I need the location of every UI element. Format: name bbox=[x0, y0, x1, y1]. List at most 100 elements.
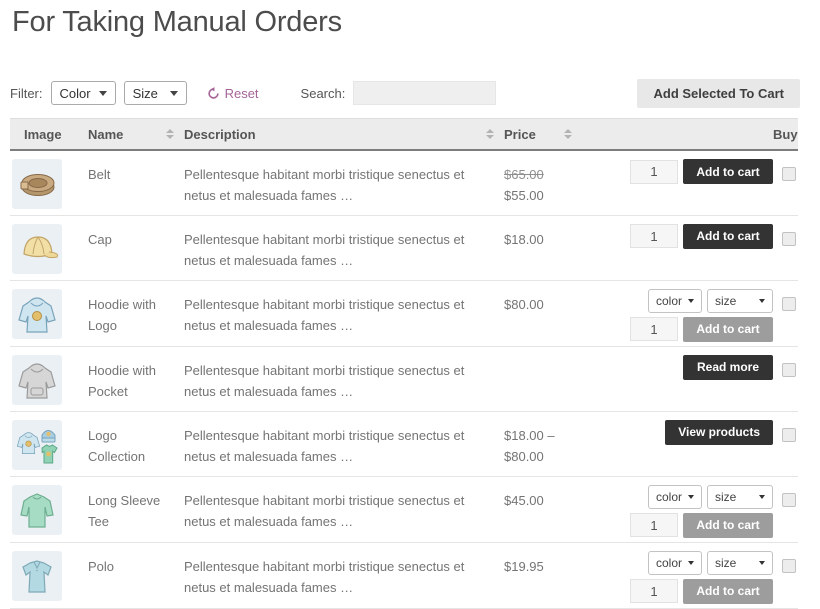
product-image[interactable] bbox=[12, 159, 62, 209]
buy-checkbox[interactable] bbox=[782, 167, 796, 181]
belt-thumbnail bbox=[20, 174, 55, 196]
polo-thumbnail bbox=[22, 559, 52, 593]
buy-checkbox[interactable] bbox=[782, 231, 796, 246]
add-to-cart-button[interactable]: Add to cart bbox=[683, 578, 773, 604]
cap-thumbnail bbox=[23, 235, 59, 258]
sale-old-price: $65.00 bbox=[504, 167, 544, 182]
size-option-select[interactable]: size bbox=[707, 550, 773, 575]
hoodie-pocket-thumbnail bbox=[18, 362, 56, 399]
table-header-row: Image Name Description Price Buy bbox=[10, 118, 798, 151]
table-row: Belt Pellentesque habitant morbi tristiq… bbox=[10, 150, 798, 215]
long-sleeve-tee-thumbnail bbox=[20, 492, 54, 528]
buy-checkbox[interactable] bbox=[782, 296, 796, 311]
quantity-input[interactable] bbox=[630, 579, 678, 603]
product-controls: Add to cart bbox=[582, 150, 773, 215]
product-description: Pellentesque habitant morbi tristique se… bbox=[184, 167, 465, 203]
product-price: $18.00 bbox=[504, 215, 582, 280]
product-price: $19.95 bbox=[504, 542, 582, 608]
table-row: Polo Pellentesque habitant morbi tristiq… bbox=[10, 542, 798, 608]
action-button-row: View products bbox=[582, 419, 773, 445]
variation-selects-row: color size bbox=[582, 484, 773, 509]
chevron-down-icon bbox=[98, 90, 107, 96]
buy-checkbox[interactable] bbox=[782, 492, 796, 507]
product-image[interactable] bbox=[12, 223, 62, 274]
column-header-price-label: Price bbox=[504, 126, 536, 142]
rotate-ccw-icon bbox=[207, 86, 219, 99]
price-amount: $80.00 bbox=[504, 448, 544, 464]
add-to-cart-button[interactable]: Add to cart bbox=[683, 159, 773, 184]
add-to-cart-button[interactable]: Add to cart bbox=[683, 512, 773, 538]
product-name: Belt bbox=[88, 167, 111, 182]
size-option-value: size bbox=[715, 489, 737, 504]
column-header-buy: Buy bbox=[773, 118, 798, 151]
size-filter-value: Size bbox=[132, 85, 158, 101]
action-button-row: Read more bbox=[582, 354, 773, 380]
size-filter-select[interactable]: Size bbox=[123, 81, 187, 105]
column-header-image: Image bbox=[10, 118, 88, 151]
product-description: Pellentesque habitant morbi tristique se… bbox=[184, 558, 465, 595]
price-amount: $18.00 bbox=[504, 231, 544, 247]
product-table-page: For Taking Manual Orders Filter: Color S… bbox=[0, 4, 820, 609]
read-more-button[interactable]: Read more bbox=[683, 354, 773, 380]
add-to-cart-button[interactable]: Add to cart bbox=[683, 223, 773, 249]
product-controls: color size Add to cart bbox=[582, 542, 773, 608]
product-controls: color size Add to cart bbox=[582, 280, 773, 346]
hoodie-logo-thumbnail bbox=[18, 296, 56, 333]
logo-collection-thumbnail bbox=[16, 429, 58, 463]
product-price: $80.00 bbox=[504, 280, 582, 346]
color-option-value: color bbox=[655, 489, 682, 504]
product-price: $18.00 – $80.00 bbox=[504, 411, 582, 476]
color-filter-select[interactable]: Color bbox=[50, 81, 116, 105]
column-header-name[interactable]: Name bbox=[88, 118, 184, 151]
quantity-and-add-row: Add to cart bbox=[582, 512, 773, 538]
reset-button[interactable]: Reset bbox=[207, 86, 259, 101]
buy-checkbox[interactable] bbox=[782, 558, 796, 573]
product-image[interactable] bbox=[12, 419, 62, 470]
quantity-input[interactable] bbox=[630, 224, 678, 248]
add-to-cart-button[interactable]: Add to cart bbox=[683, 316, 773, 342]
chevron-down-icon bbox=[759, 298, 765, 303]
quantity-input[interactable] bbox=[630, 159, 678, 184]
product-controls: Add to cart bbox=[582, 215, 773, 280]
size-option-select[interactable]: size bbox=[707, 484, 773, 509]
size-option-select[interactable]: size bbox=[707, 288, 773, 313]
color-option-value: color bbox=[655, 293, 682, 308]
product-image[interactable] bbox=[12, 484, 62, 535]
buy-checkbox[interactable] bbox=[782, 362, 796, 377]
sort-arrows-icon bbox=[564, 129, 572, 139]
product-table: Image Name Description Price Buy Belt Pe… bbox=[10, 118, 798, 609]
buy-checkbox[interactable] bbox=[782, 427, 796, 442]
price-amount: $19.95 bbox=[504, 558, 544, 574]
price-amount: $55.00 bbox=[504, 188, 544, 203]
search-input[interactable] bbox=[353, 81, 497, 105]
product-image[interactable] bbox=[12, 354, 62, 405]
product-image[interactable] bbox=[12, 288, 62, 339]
column-header-name-label: Name bbox=[88, 126, 124, 142]
column-header-controls bbox=[582, 118, 773, 151]
product-description: Pellentesque habitant morbi tristique se… bbox=[184, 231, 465, 268]
add-selected-to-cart-button[interactable]: Add Selected To Cart bbox=[637, 78, 800, 108]
color-option-select[interactable]: color bbox=[647, 484, 702, 509]
column-header-price[interactable]: Price bbox=[504, 118, 582, 151]
product-name: Cap bbox=[88, 231, 112, 247]
table-row: Hoodie with Pocket Pellentesque habitant… bbox=[10, 346, 798, 411]
view-products-button[interactable]: View products bbox=[665, 419, 773, 445]
size-option-value: size bbox=[715, 555, 737, 570]
table-row: Cap Pellentesque habitant morbi tristiqu… bbox=[10, 215, 798, 280]
product-image[interactable] bbox=[12, 550, 62, 601]
quantity-and-add-row: Add to cart bbox=[582, 223, 773, 249]
product-description: Pellentesque habitant morbi tristique se… bbox=[184, 296, 465, 333]
quantity-and-add-row: Add to cart bbox=[582, 159, 773, 184]
column-header-description[interactable]: Description bbox=[184, 118, 504, 151]
page-title: For Taking Manual Orders bbox=[12, 6, 342, 38]
table-row: Logo Collection Pellentesque habitant mo… bbox=[10, 411, 798, 476]
quantity-input[interactable] bbox=[630, 513, 678, 537]
product-price: $45.00 bbox=[504, 476, 582, 542]
color-option-select[interactable]: color bbox=[647, 288, 702, 313]
color-option-select[interactable]: color bbox=[647, 550, 702, 575]
quantity-input[interactable] bbox=[630, 317, 678, 341]
filter-label: Filter: bbox=[10, 85, 43, 101]
quantity-and-add-row: Add to cart bbox=[582, 316, 773, 342]
product-table-body: Belt Pellentesque habitant morbi tristiq… bbox=[10, 150, 798, 608]
product-controls: View products bbox=[582, 411, 773, 476]
